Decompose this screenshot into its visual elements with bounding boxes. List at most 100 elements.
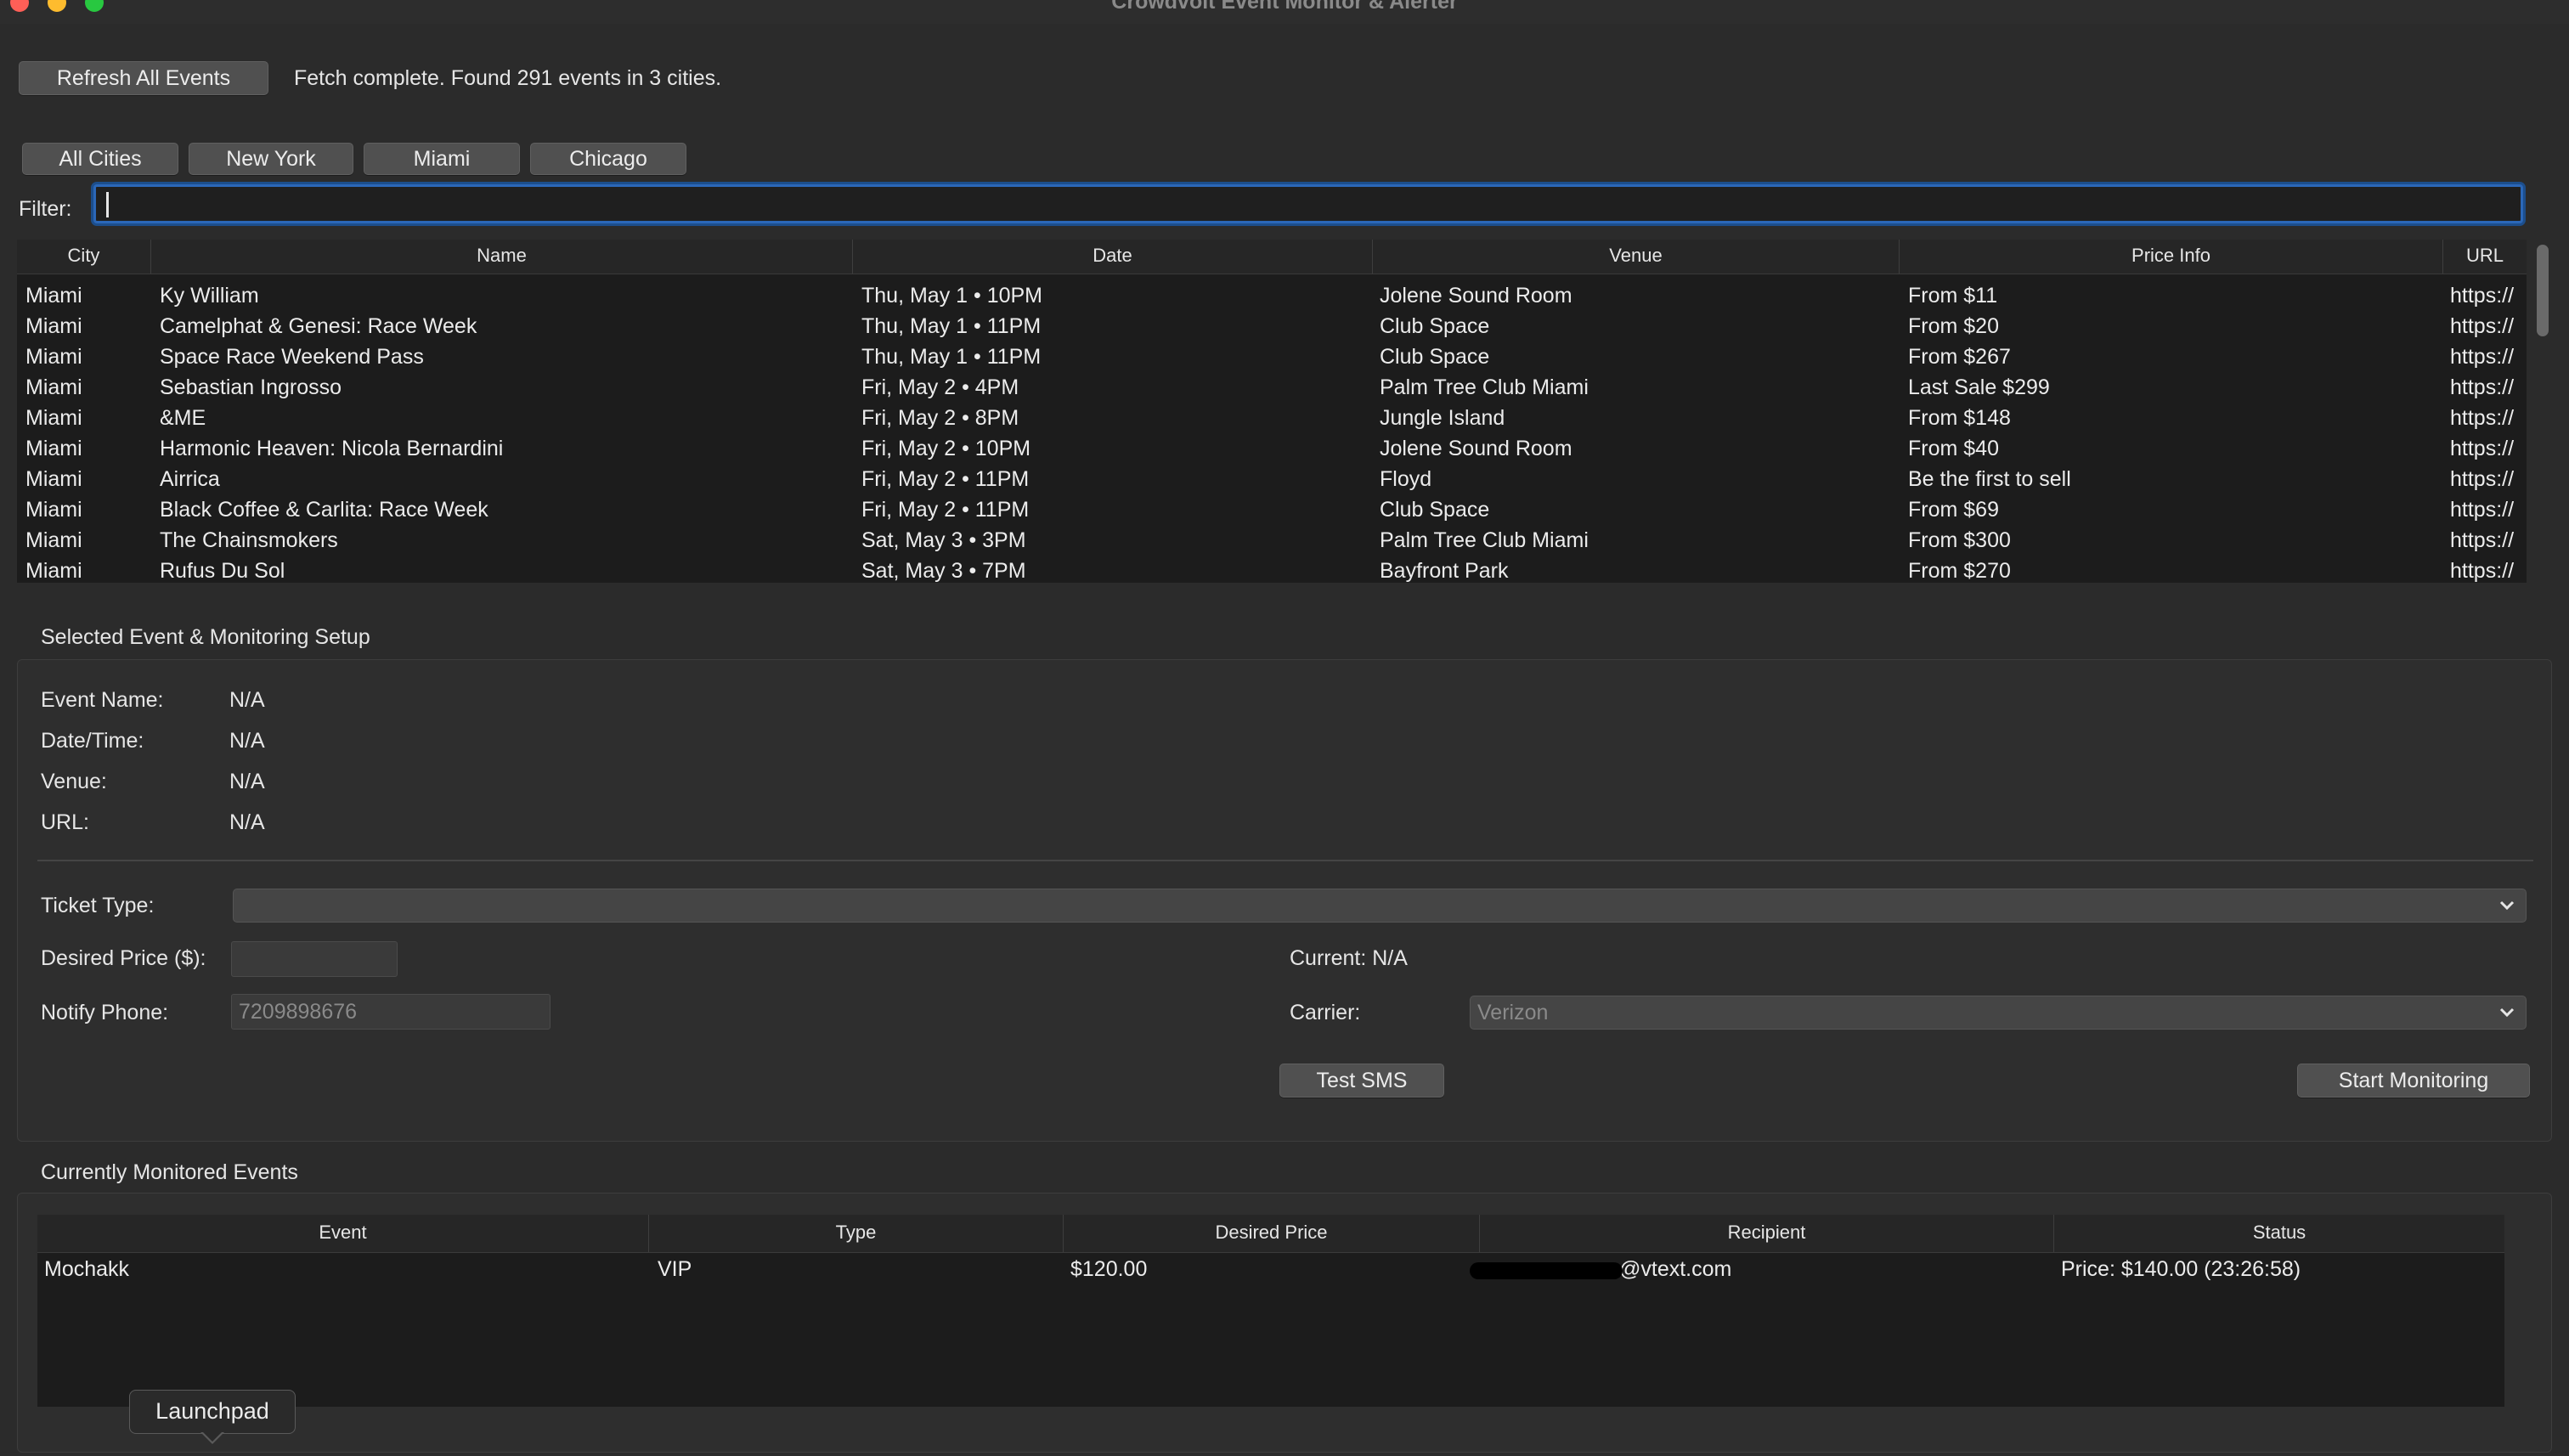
event-city: Miami [25,437,82,460]
redacted-phone-number [1470,1262,1623,1279]
event-date: Thu, May 1 • 11PM [861,345,1042,369]
event-city: Miami [25,406,82,430]
column-header-date[interactable]: Date [853,240,1373,274]
filter-label: Filter: [19,197,72,221]
table-row[interactable]: Miami &ME Fri, May 2 • 8PM Jungle Island Fro… [17,403,2527,433]
chevron-down-icon [2499,1007,2515,1018]
event-city: Miami [25,284,82,308]
column-header-url[interactable]: URL [2443,240,2527,274]
column-header-name[interactable]: Name [151,240,853,274]
event-url: https:// [2450,345,2515,369]
notify-phone-label: Notify Phone: [41,1001,169,1024]
column-header-price-info[interactable]: Price Info [1900,240,2443,274]
ticket-type-select[interactable] [233,889,2527,923]
desired-price-input[interactable] [231,941,398,977]
event-venue: Jungle Island [1380,406,1505,430]
event-venue: Jolene Sound Room [1380,284,1572,308]
event-name: Ky William [160,284,259,308]
test-sms-button[interactable]: Test SMS [1279,1064,1444,1098]
event-url: https:// [2450,467,2515,491]
event-name: Airrica [160,467,220,491]
notify-phone-input[interactable]: 7209898676 [231,994,550,1030]
event-name: Harmonic Heaven: Nicola Bernardini [160,437,504,460]
table-row[interactable]: Miami Airrica Fri, May 2 • 11PM Floyd Be the… [17,464,2527,494]
table-row[interactable]: Miami Rufus Du Sol Sat, May 3 • 7PM Bayfron… [17,556,2527,583]
text-caret [106,192,109,217]
event-city: Miami [25,498,82,522]
event-name: The Chainsmokers [160,528,338,552]
event-date: Fri, May 2 • 4PM [861,375,1019,399]
column-header-city[interactable]: City [17,240,151,274]
event-url: https:// [2450,375,2515,399]
column-header-type[interactable]: Type [649,1215,1064,1252]
event-date: Fri, May 2 • 8PM [861,406,1019,430]
filter-input[interactable] [93,184,2523,223]
events-table[interactable]: City Name Date Venue Price Info URL Miam… [17,240,2527,583]
event-url: https:// [2450,559,2515,583]
table-row[interactable]: Miami Sebastian Ingrosso Fri, May 2 • 4PM P… [17,372,2527,403]
event-name: Sebastian Ingrosso [160,375,342,399]
ticket-type-label: Ticket Type: [41,894,155,917]
event-url: https:// [2450,406,2515,430]
tooltip-pointer-fill [202,1431,223,1442]
event-venue: Club Space [1380,345,1490,369]
event-price-info: From $267 [1908,345,2011,369]
event-venue: Floyd [1380,467,1432,491]
event-name-label: Event Name: [41,688,164,712]
fetch-status-text: Fetch complete. Found 291 events in 3 ci… [294,66,722,90]
table-row[interactable]: Miami Harmonic Heaven: Nicola Bernardini F… [17,433,2527,464]
carrier-value: Verizon [1477,1001,1549,1024]
event-url: https:// [2450,437,2515,460]
tab-miami[interactable]: Miami [364,143,520,175]
monitored-recipient: @vtext.com [1619,1257,1732,1281]
event-city: Miami [25,345,82,369]
monitored-desired-price: $120.00 [1070,1257,1148,1281]
column-header-status[interactable]: Status [2054,1215,2504,1252]
event-venue: Jolene Sound Room [1380,437,1572,460]
table-row[interactable]: Miami The Chainsmokers Sat, May 3 • 3PM Pal… [17,525,2527,556]
event-venue: Palm Tree Club Miami [1380,375,1589,399]
table-row[interactable]: Miami Camelphat & Genesi: Race Week Thu, M… [17,311,2527,341]
datetime-label: Date/Time: [41,729,144,753]
event-date: Thu, May 1 • 11PM [861,314,1042,338]
column-header-desired-price[interactable]: Desired Price [1064,1215,1480,1252]
carrier-select[interactable]: Verizon [1470,996,2527,1030]
venue-value: N/A [229,770,265,793]
tab-all-cities[interactable]: All Cities [22,143,178,175]
event-date: Fri, May 2 • 11PM [861,498,1030,522]
event-city: Miami [25,375,82,399]
table-row[interactable]: Miami Ky William Thu, May 1 • 10PM Jolene S… [17,280,2527,311]
event-date: Fri, May 2 • 10PM [861,437,1031,460]
monitored-event-type: VIP [658,1257,692,1281]
table-row[interactable]: Miami Black Coffee & Carlita: Race Week Fr… [17,494,2527,525]
monitored-status: Price: $140.00 (23:26:58) [2061,1257,2301,1281]
tab-chicago[interactable]: Chicago [530,143,686,175]
start-monitoring-button[interactable]: Start Monitoring [2297,1064,2530,1098]
venue-label: Venue: [41,770,107,793]
monitored-events-table[interactable]: Event Type Desired Price Recipient Statu… [37,1215,2504,1407]
monitored-event-name: Mochakk [44,1257,130,1281]
tab-new-york[interactable]: New York [189,143,353,175]
monitored-table-header: Event Type Desired Price Recipient Statu… [37,1215,2504,1253]
url-value: N/A [229,810,265,834]
column-header-event[interactable]: Event [37,1215,649,1252]
refresh-all-events-button[interactable]: Refresh All Events [19,61,268,95]
event-city: Miami [25,314,82,338]
event-price-info: From $20 [1908,314,1999,338]
column-header-recipient[interactable]: Recipient [1480,1215,2054,1252]
events-table-scrollbar[interactable] [2537,245,2549,336]
event-date: Sat, May 3 • 3PM [861,528,1026,552]
section-title-monitored-events: Currently Monitored Events [41,1160,298,1184]
event-url: https:// [2450,314,2515,338]
event-venue: Bayfront Park [1380,559,1509,583]
event-price-info: From $11 [1908,284,1998,308]
window-title: Crowdvolt Event Monitor & Alerter [1111,0,1458,14]
event-name: Rufus Du Sol [160,559,285,583]
event-city: Miami [25,528,82,552]
event-name: Camelphat & Genesi: Race Week [160,314,477,338]
event-price-info: From $40 [1908,437,1999,460]
event-price-info: From $300 [1908,528,2011,552]
column-header-venue[interactable]: Venue [1373,240,1900,274]
table-row[interactable]: Miami Space Race Weekend Pass Thu, May 1 •… [17,341,2527,372]
table-row[interactable]: Mochakk VIP $120.00 @vtext.com Price: $1… [37,1252,2504,1286]
